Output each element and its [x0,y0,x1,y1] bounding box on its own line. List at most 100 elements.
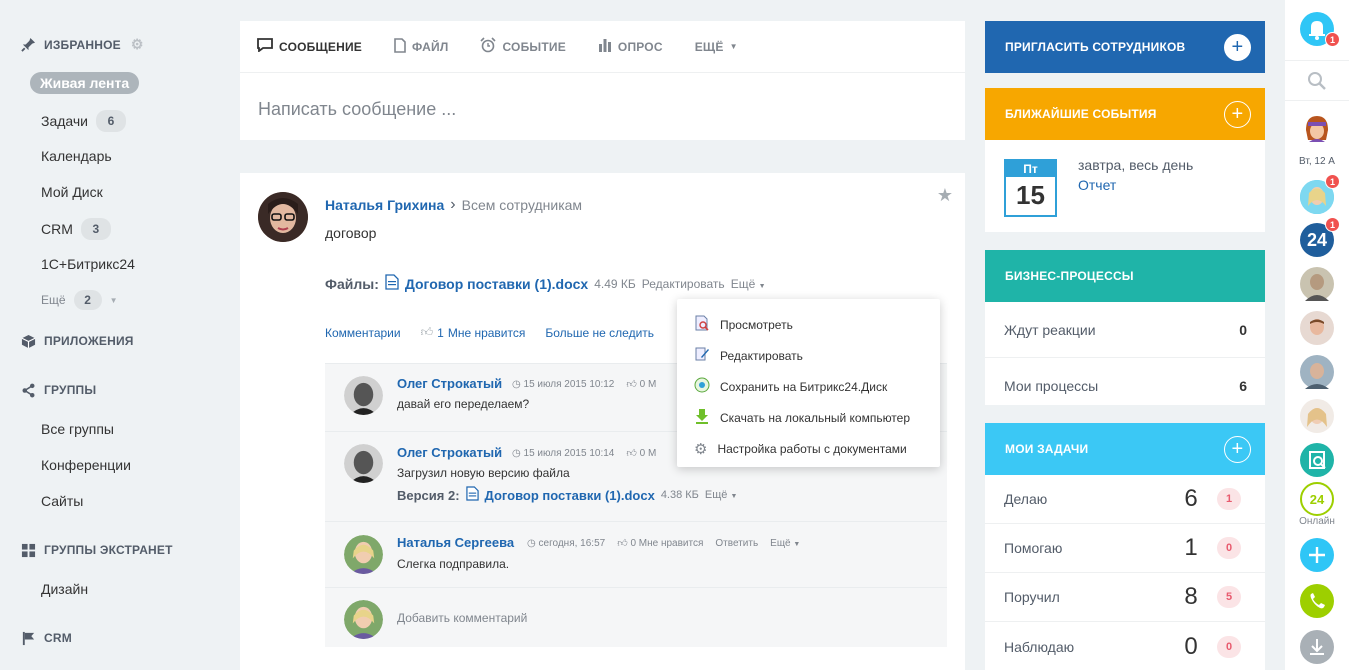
view-icon [694,315,710,334]
section-groups[interactable]: ГРУППЫ [20,382,96,398]
section-extranet[interactable]: ГРУППЫ ЭКСТРАНЕТ [20,542,173,558]
sidebar-item-live-feed[interactable]: Живая лента [30,72,140,94]
online-button[interactable]: 24 [1300,482,1334,516]
livefeed-search-button[interactable] [1300,443,1334,477]
author-link[interactable]: Наталья Грихина [325,197,444,213]
call-button[interactable] [1300,584,1334,618]
file-link[interactable]: Договор поставки (1).docx [405,276,588,292]
date-label: Вт, 12 А [1299,156,1335,167]
avatar[interactable] [344,444,383,483]
menu-item-save-disk[interactable]: Сохранить на Битрикс24.Диск [677,371,940,402]
search-icon [1308,72,1326,90]
disk-icon [694,377,710,396]
comment-author[interactable]: Олег Строкатый [397,445,502,460]
plus-icon[interactable]: + [1224,33,1251,61]
contact-avatar-2[interactable] [1300,267,1334,301]
add-comment-row[interactable]: Добавить комментарий [325,587,947,647]
invite-label: ПРИГЛАСИТЬ СОТРУДНИКОВ [1005,40,1186,54]
menu-item-edit[interactable]: Редактировать [677,340,940,371]
search-button[interactable] [1300,64,1334,98]
gear-icon[interactable]: ⚙ [131,36,144,53]
chat-avatar-1[interactable]: 1 [1300,174,1340,214]
star-icon[interactable]: ★ [937,185,953,206]
divider [1285,100,1349,101]
tab-message[interactable]: СООБЩЕНИЕ [257,38,362,55]
bp-row-waiting[interactable]: Ждут реакции 0 [985,302,1265,358]
sidebar-item-tasks[interactable]: Задачи 6 [41,110,127,132]
comment-author[interactable]: Олег Строкатый [397,376,502,391]
tab-file[interactable]: ФАЙЛ [394,37,448,56]
comment-author[interactable]: Наталья Сергеева [397,535,514,550]
event-title-link[interactable]: Отчет [1078,177,1116,193]
sidebar-item-1c[interactable]: 1С+Битрикс24 [41,256,135,272]
comment-like[interactable]: 👍︎ 0 М [626,378,656,390]
contact-avatar-4[interactable] [1300,355,1334,389]
notifications-button[interactable]: 1 [1300,12,1340,47]
contact-avatar-3[interactable] [1300,311,1334,345]
count-badge: 3 [80,218,111,240]
message-input[interactable]: Написать сообщение ... [258,99,456,120]
plus-icon[interactable]: + [1224,100,1251,128]
sidebar-item-calendar[interactable]: Календарь [41,148,112,164]
add-comment-input[interactable]: Добавить комментарий [397,611,527,625]
sidebar-item-label: Задачи [41,113,89,129]
menu-item-download[interactable]: Скачать на локальный компьютер [677,402,940,433]
contact-avatar-5[interactable] [1300,399,1334,433]
sidebar-item-design[interactable]: Дизайн [41,581,88,597]
task-row-watching[interactable]: Наблюдаю 0 0 [985,622,1265,670]
sidebar-item-conferences[interactable]: Конференции [41,457,131,473]
user-avatar[interactable] [1300,112,1334,146]
bp-label: БИЗНЕС-ПРОЦЕССЫ [1005,269,1134,283]
task-row-label: Делаю [1004,491,1048,507]
unfollow-link[interactable]: Больше не следить [545,326,654,340]
section-favorites[interactable]: ИЗБРАННОЕ ⚙ [20,36,144,53]
comment-like[interactable]: 👍︎ 0 М [626,447,656,459]
edit-link[interactable]: Редактировать [642,277,725,291]
task-row-helping[interactable]: Помогаю 1 0 [985,524,1265,573]
menu-item-view[interactable]: Просмотреть [677,309,940,340]
sidebar-item-crm[interactable]: CRM 3 [41,218,111,240]
sidebar-item-all-groups[interactable]: Все группы [41,421,114,437]
tab-poll[interactable]: ОПРОС [598,38,663,55]
task-row-badge: 0 [1217,635,1241,658]
bp-header: БИЗНЕС-ПРОЦЕССЫ [985,250,1265,302]
reply-link[interactable]: Ответить [715,538,758,549]
b24-button[interactable]: 24 1 [1300,217,1340,257]
plus-icon[interactable]: + [1224,435,1251,463]
bp-row-mine[interactable]: Мои процессы 6 [985,358,1265,414]
file-more-button[interactable]: Ещё ▼ [705,489,738,501]
tab-more[interactable]: ЕЩЁ ▼ [695,40,738,54]
comments-link[interactable]: Комментарии [325,326,401,340]
more-label: Ещё [704,489,728,501]
sidebar-item-sites[interactable]: Сайты [41,493,83,509]
avatar[interactable] [344,535,383,574]
avatar[interactable] [344,376,383,415]
download-icon [1310,639,1324,655]
add-button[interactable] [1300,538,1334,572]
file-link[interactable]: Договор поставки (1).docx [485,488,655,503]
task-row-doing[interactable]: Делаю 6 1 [985,475,1265,524]
section-crm[interactable]: CRM [20,630,72,646]
task-row-assigned[interactable]: Поручил 8 5 [985,573,1265,622]
avatar[interactable] [258,192,308,242]
menu-item-settings[interactable]: ⚙ Настройка работы с документами [677,433,940,464]
comment-more-button[interactable]: Ещё ▼ [770,538,800,549]
file-more-button[interactable]: Ещё ▼ [731,277,766,291]
tab-label: СООБЩЕНИЕ [279,39,362,54]
sidebar-item-disk[interactable]: Мой Диск [41,184,103,200]
download-button[interactable] [1300,630,1334,664]
post-text: договор [325,225,377,241]
event-date-badge: Пт 15 [1004,159,1057,217]
sidebar-item-more[interactable]: Ещё 2 ▼ [41,290,117,310]
invite-widget[interactable]: ПРИГЛАСИТЬ СОТРУДНИКОВ + [985,21,1265,73]
menu-item-label: Редактировать [720,348,803,363]
tasks-widget: МОИ ЗАДАЧИ + Делаю 6 1 Помогаю 1 0 Поруч… [985,423,1265,670]
recipient[interactable]: Всем сотрудникам [462,197,582,213]
like-button[interactable]: 👍︎ 1 Мне нравится [421,325,526,340]
chat-badge: 1 [1325,174,1340,189]
section-apps[interactable]: ПРИЛОЖЕНИЯ [20,333,134,349]
tab-event[interactable]: СОБЫТИЕ [480,37,566,56]
event-when: завтра, весь день [1078,157,1194,173]
tab-label: ЕЩЁ [694,39,724,54]
comment-like[interactable]: 👍︎ 0 Мне нравится [617,537,703,549]
